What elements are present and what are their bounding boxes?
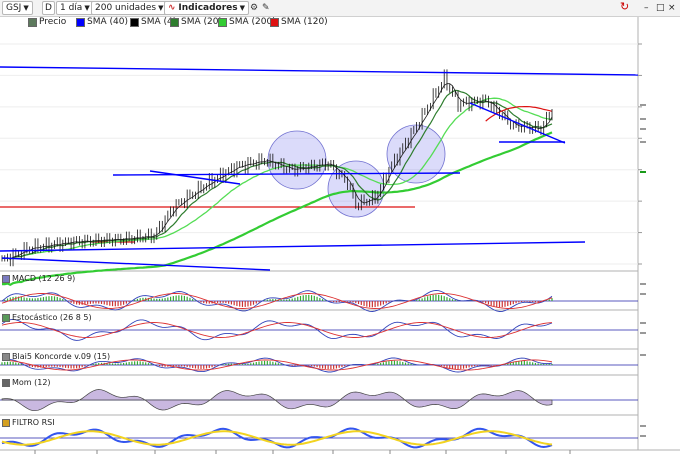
- trendline: [149, 170, 241, 185]
- price-badge: [640, 128, 646, 130]
- legend-label: SMA (200): [229, 17, 276, 27]
- indicator-label[interactable]: Estocástico (26 8 5): [2, 313, 92, 322]
- legend-swatch: [130, 17, 139, 27]
- indicator-name: Estocástico (26 8 5): [12, 313, 92, 322]
- chevron-down-icon: ▼: [84, 4, 90, 12]
- panel-badge: [640, 321, 646, 324]
- panel-badge: [640, 354, 646, 356]
- indicator-label[interactable]: Mom (12): [2, 378, 51, 387]
- price-badge: [640, 118, 646, 120]
- moving-averages: [1, 83, 553, 287]
- momentum-area: [1, 389, 553, 412]
- legend-item[interactable]: Precio: [28, 17, 66, 27]
- chevron-down-icon: ▼: [239, 4, 246, 12]
- indicator-name: MACD (12 26 9): [12, 274, 76, 283]
- indicator-panels: [0, 289, 638, 454]
- units-selector[interactable]: 200 unidades ▼: [91, 1, 168, 15]
- restore-icon[interactable]: □: [656, 2, 665, 14]
- price-badge: [640, 171, 646, 173]
- legend-item[interactable]: SMA (40): [76, 17, 128, 27]
- tools-icon[interactable]: ✎: [262, 2, 270, 14]
- indicator-label[interactable]: Blai5 Koncorde v.09 (15): [2, 352, 110, 361]
- ticker-selector[interactable]: GSJ ▼: [2, 1, 33, 15]
- legend-swatch: [28, 17, 37, 27]
- panel-separators: [0, 17, 680, 451]
- panel-badge: [640, 331, 646, 334]
- trendline: [0, 241, 586, 252]
- legend-swatch: [170, 17, 179, 27]
- period-selector[interactable]: 1 día ▼: [56, 1, 94, 15]
- indicators-button[interactable]: ∿ Indicadores ▼: [164, 1, 250, 15]
- trendline: [0, 66, 639, 76]
- price-badge: [640, 141, 646, 143]
- legend-swatch: [76, 17, 85, 27]
- indicators-icon: ∿: [168, 3, 176, 13]
- panel-badge: [640, 292, 646, 295]
- legend-item[interactable]: SMA (120): [270, 17, 328, 27]
- indicator-name: Mom (12): [12, 378, 51, 387]
- refresh-icon[interactable]: ↻: [620, 1, 629, 13]
- legend-label: Precio: [39, 17, 67, 27]
- toolbar: GSJ ▼ D 1 día ▼ 200 unidades ▼ ∿ Indicadore…: [0, 0, 680, 17]
- legend-label: SMA (20): [181, 17, 222, 27]
- indicator-label[interactable]: FILTRO RSI: [2, 418, 55, 427]
- close-icon[interactable]: ×: [668, 2, 676, 14]
- panel-badge: [640, 434, 646, 437]
- chevron-down-icon: ▼: [158, 4, 164, 12]
- legend-label: SMA (120): [281, 17, 328, 27]
- panel-badge: [640, 424, 646, 427]
- legend-label: SMA (40): [87, 17, 128, 27]
- indicator-swatch: [2, 313, 10, 322]
- indicator-name: FILTRO RSI: [12, 418, 55, 427]
- mode-toggle[interactable]: D: [42, 1, 55, 15]
- minimize-icon[interactable]: –: [644, 2, 649, 14]
- legend-item[interactable]: SMA (20): [170, 17, 222, 27]
- indicator-label[interactable]: MACD (12 26 9): [2, 274, 75, 283]
- legend-swatch: [218, 17, 227, 27]
- highlight-circles: [267, 124, 446, 218]
- chevron-down-icon: ▼: [23, 4, 29, 12]
- chart-canvas[interactable]: [0, 0, 680, 465]
- panel-badge: [640, 282, 646, 285]
- trendline: [469, 102, 566, 144]
- indicator-swatch: [2, 352, 10, 361]
- highlight-circle: [267, 130, 327, 190]
- price-badge: [640, 104, 646, 106]
- indicator-swatch: [2, 418, 10, 427]
- indicator-swatch: [2, 274, 10, 283]
- indicator-name: Blai5 Koncorde v.09 (15): [12, 352, 111, 361]
- legend-item[interactable]: SMA (200): [218, 17, 276, 27]
- indicator-swatch: [2, 378, 10, 387]
- settings-icon[interactable]: ⚙: [250, 2, 258, 14]
- legend-swatch: [270, 17, 279, 27]
